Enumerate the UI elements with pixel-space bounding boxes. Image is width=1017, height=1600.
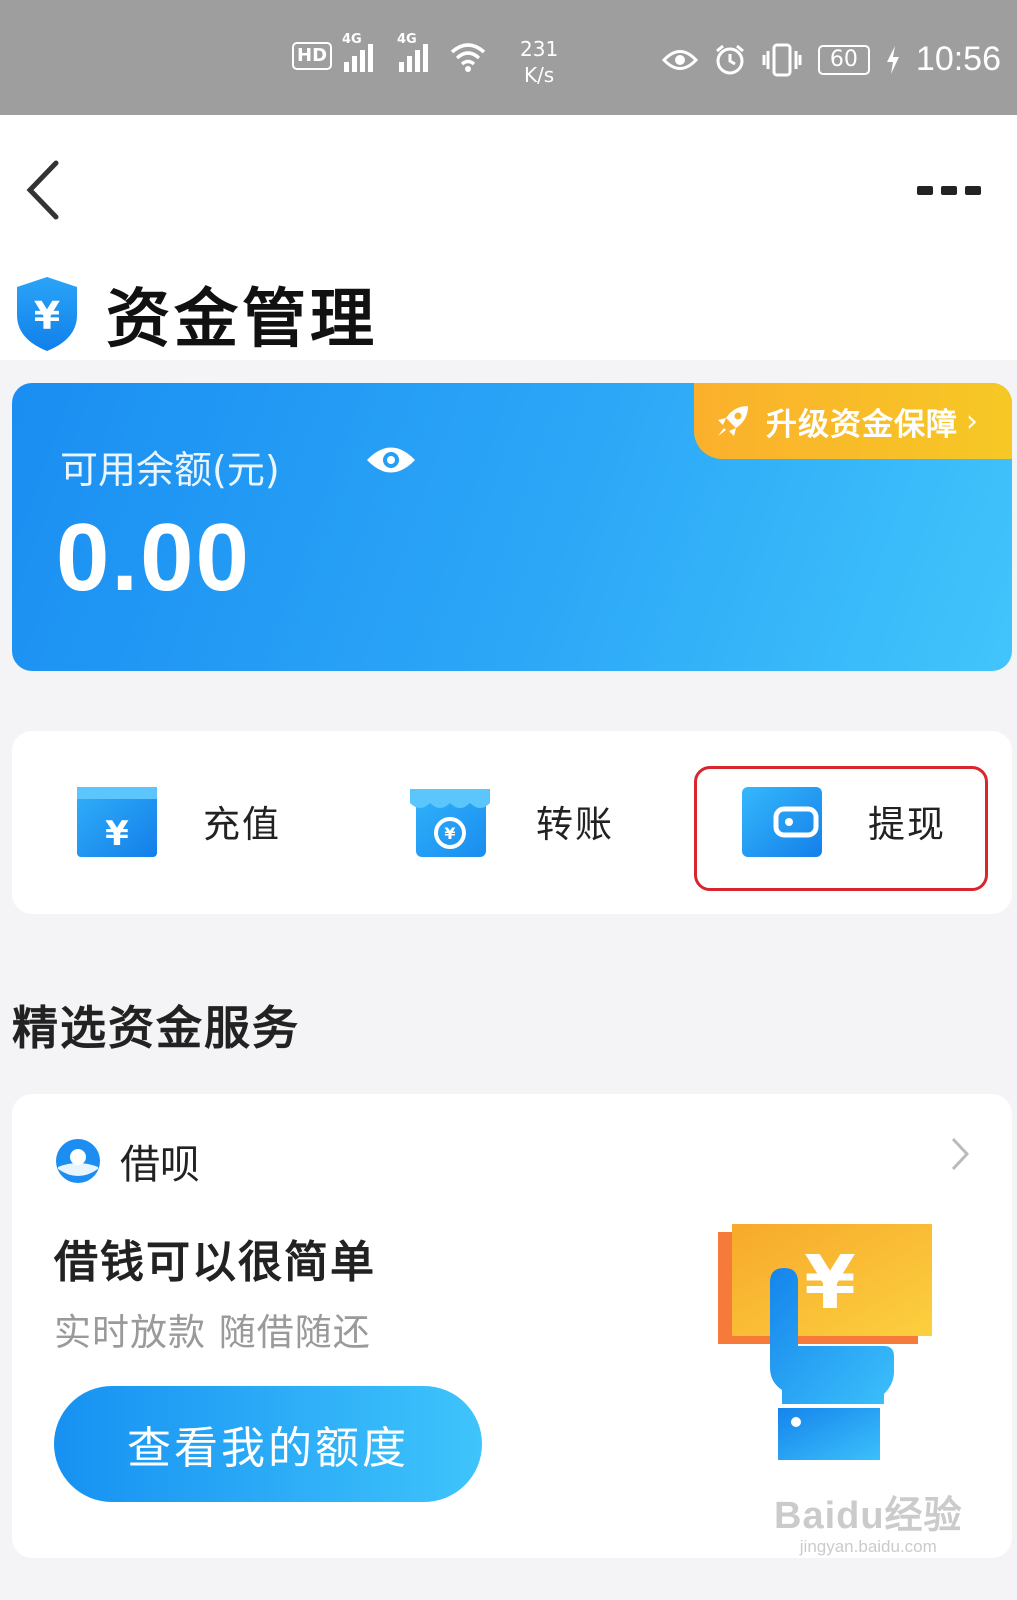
signal-icon: 4G (397, 32, 429, 72)
wifi-icon (450, 43, 486, 72)
charging-icon (886, 45, 899, 74)
page-title: 资金管理 (106, 283, 378, 357)
transfer-label: 转账 (536, 803, 614, 846)
withdraw-button[interactable]: 提现 (740, 771, 946, 871)
clock: 10:56 (915, 40, 1001, 78)
signal-icon: 4G (342, 32, 374, 72)
rocket-icon (718, 406, 748, 436)
eye-icon (661, 49, 698, 70)
transfer-button[interactable]: ¥ 转账 (408, 771, 614, 871)
upgrade-label: 升级资金保障 (766, 406, 958, 443)
chevron-right-icon[interactable] (950, 1136, 970, 1172)
loan-headline: 借钱可以很简单 (54, 1237, 376, 1288)
chevron-right-icon: › (966, 403, 978, 439)
view-quota-button[interactable]: 查看我的额度 (54, 1386, 482, 1502)
transfer-store-icon: ¥ (410, 789, 490, 857)
chevron-left-icon (26, 160, 59, 220)
recharge-label: 充值 (203, 803, 281, 846)
vibrate-icon (762, 43, 802, 76)
actions-card: ¥ 充值 ¥ 转账 提现 (12, 731, 1012, 914)
balance-amount: 0.00 (56, 504, 251, 611)
status-left: HD 4G 4G (292, 32, 488, 72)
jiebei-brand: 借呗 (120, 1142, 200, 1188)
jiebei-logo-icon (56, 1139, 100, 1183)
shield-yuan-icon: ¥ (17, 277, 77, 351)
svg-text:¥: ¥ (444, 824, 455, 843)
svg-text:¥: ¥ (804, 1240, 856, 1326)
jiebei-header: 借呗 (54, 1132, 200, 1190)
title-row: ¥ 资金管理 (14, 268, 378, 360)
recharge-card-icon: ¥ (77, 787, 157, 857)
balance-label: 可用余额(元) (60, 448, 280, 492)
eye-icon (367, 447, 415, 473)
toggle-visibility-button[interactable] (364, 441, 418, 479)
withdraw-label: 提现 (868, 803, 946, 846)
svg-text:¥: ¥ (34, 294, 60, 338)
status-right: 60 10:56 (661, 40, 1001, 79)
back-button[interactable] (22, 155, 66, 225)
alarm-icon (715, 44, 744, 74)
recharge-button[interactable]: ¥ 充值 (75, 771, 281, 871)
more-dots-icon (917, 185, 933, 195)
battery-indicator: 60 (817, 44, 870, 75)
status-bar: HD 4G 4G 231 K/s 60 10:56 (0, 0, 1017, 115)
svg-text:¥: ¥ (105, 814, 129, 854)
watermark: Baidu经验 jingyan.baidu.com (774, 1495, 963, 1556)
upgrade-protection-button[interactable]: 升级资金保障 › (694, 383, 1012, 459)
network-speed: 231 K/s (520, 37, 559, 87)
balance-card: 升级资金保障 › 可用余额(元) 0.00 (12, 383, 1012, 671)
hd-badge: HD (292, 42, 333, 70)
more-button[interactable] (917, 175, 983, 205)
section-title: 精选资金服务 (12, 1001, 300, 1055)
page-header: ¥ 资金管理 (0, 115, 1017, 360)
loan-subline: 实时放款 随借随还 (54, 1311, 371, 1354)
wallet-icon (742, 787, 822, 857)
hand-cash-illustration-icon: ¥ (718, 1224, 932, 1460)
